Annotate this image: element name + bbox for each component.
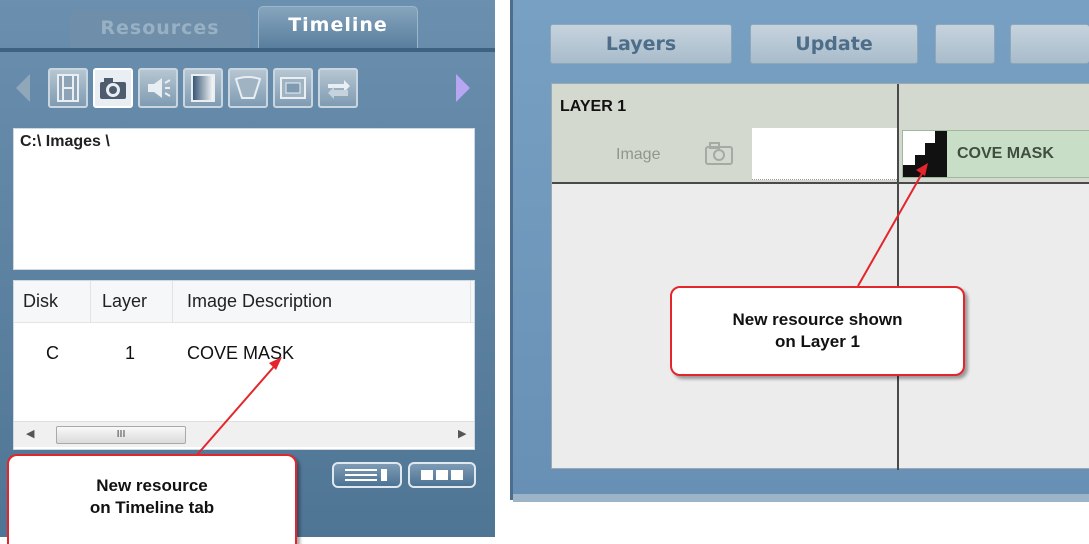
callout-timeline-tab: New resource on Timeline tab <box>7 454 297 544</box>
callout-line: New resource shown <box>732 310 903 329</box>
callout-line: on Timeline tab <box>89 498 215 517</box>
callout-line: on Layer 1 <box>774 332 861 351</box>
callout-layer-1: New resource shown on Layer 1 <box>670 286 965 376</box>
callout-line: New resource <box>96 476 208 495</box>
